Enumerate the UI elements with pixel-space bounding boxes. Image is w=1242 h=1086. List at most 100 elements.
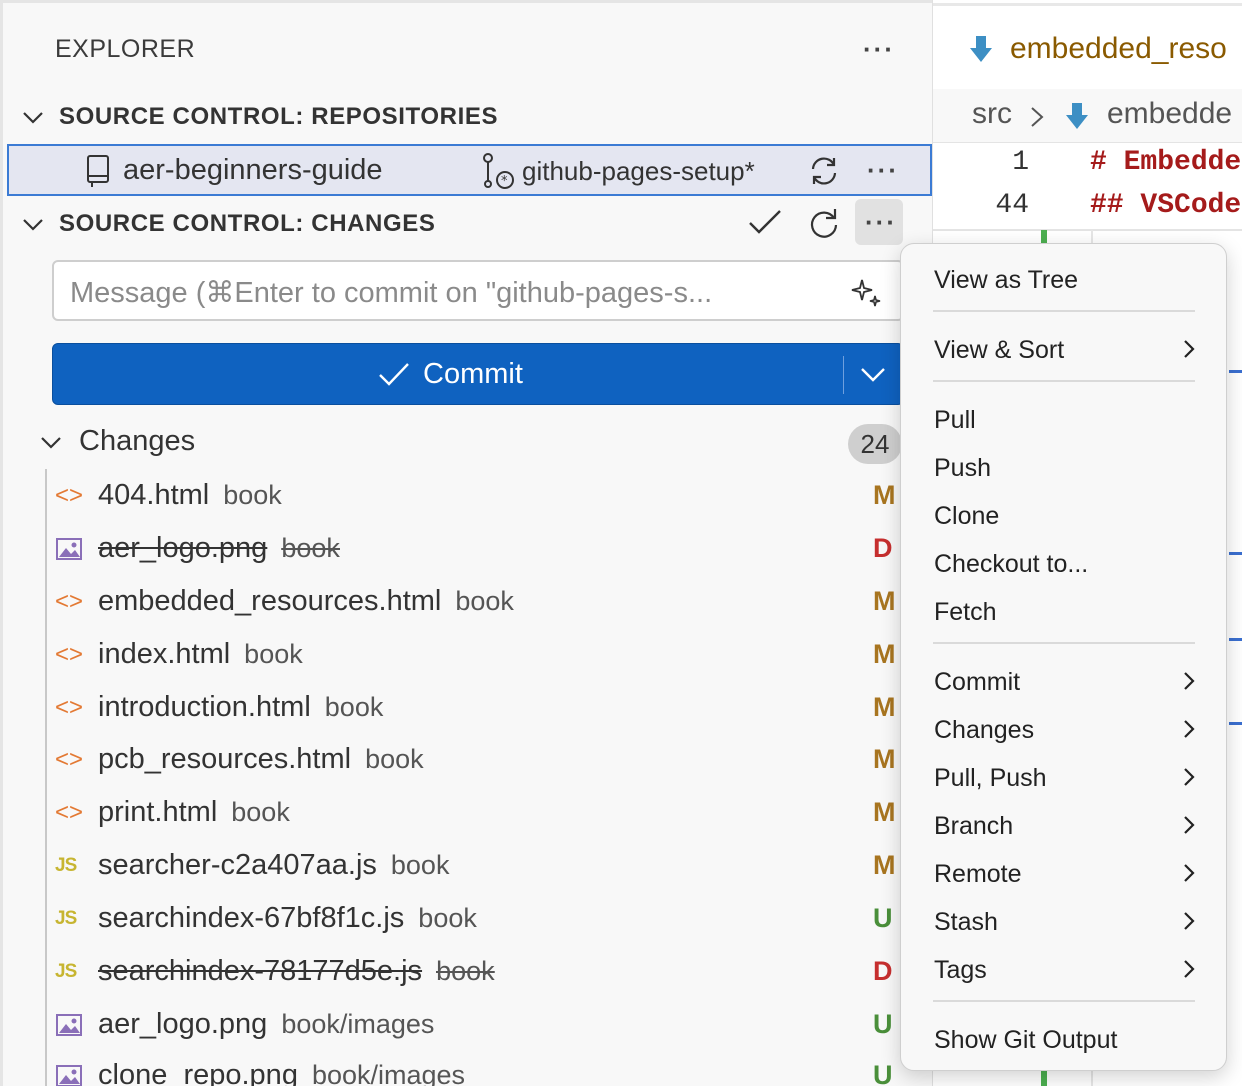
menu-item-stash[interactable]: Stash: [934, 900, 1204, 940]
file-change-row[interactable]: <> pcb_resources.html book M: [47, 734, 907, 786]
js-file-icon: JS: [55, 908, 77, 929]
changes-section-header[interactable]: SOURCE CONTROL: CHANGES: [21, 210, 435, 238]
sparkle-icon[interactable]: [850, 276, 884, 310]
menu-item-checkout-to[interactable]: Checkout to...: [934, 542, 1204, 582]
menu-item-label: View as Tree: [934, 266, 1079, 294]
repository-row[interactable]: aer-beginners-guide * github-pages-setup…: [7, 144, 932, 196]
file-change-row[interactable]: <> print.html book M: [47, 787, 907, 839]
menu-item-fetch[interactable]: Fetch: [934, 590, 1204, 630]
file-change-row[interactable]: <> index.html book M: [47, 629, 907, 681]
chevron-right-icon: [1184, 720, 1195, 738]
chevron-down-icon: [41, 436, 61, 449]
breadcrumb-file[interactable]: embedde: [1107, 97, 1232, 131]
html-file-icon: <>: [55, 799, 84, 826]
file-directory: book/images: [311, 1060, 466, 1086]
repo-branch-name[interactable]: github-pages-setup*: [522, 156, 755, 187]
commit-divider: [843, 356, 844, 394]
file-status-badge: M: [873, 586, 896, 616]
menu-item-show-git-output[interactable]: Show Git Output: [934, 1018, 1204, 1058]
repositories-section-title: SOURCE CONTROL: REPOSITORIES: [59, 103, 499, 130]
menu-item-changes[interactable]: Changes: [934, 708, 1204, 748]
chevron-right-icon: [1184, 864, 1195, 882]
file-name-text: searcher-c2a407aa.js: [98, 849, 377, 881]
menu-item-view-as-tree[interactable]: View as Tree: [934, 258, 1204, 298]
file-status-badge: U: [873, 1060, 893, 1086]
file-change-row[interactable]: clone_repo.png book/images U: [47, 1050, 907, 1086]
file-name: clone_repo.png book/images: [98, 1059, 465, 1086]
file-status-badge: U: [873, 1009, 893, 1039]
html-file-icon: <>: [55, 694, 84, 721]
editor-tab[interactable]: embedded_reso: [933, 3, 1242, 89]
image-file-icon: [56, 1065, 82, 1086]
file-change-row[interactable]: JS searcher-c2a407aa.js book M: [47, 840, 907, 892]
changes-group-header[interactable]: Changes: [39, 425, 195, 458]
file-name-text: aer_logo.png: [98, 1008, 268, 1040]
menu-item-label: Push: [934, 454, 991, 482]
file-name: pcb_resources.html book: [98, 743, 424, 776]
file-name-text: 404.html: [98, 479, 210, 511]
file-status-badge: M: [873, 692, 896, 722]
menu-separator: [933, 642, 1195, 644]
file-name: index.html book: [98, 638, 303, 671]
file-change-row[interactable]: JS searchindex-78177d5e.js book D: [47, 946, 907, 998]
file-change-row[interactable]: <> introduction.html book M: [47, 682, 907, 734]
menu-separator: [933, 380, 1195, 382]
line-number: 44: [995, 190, 1029, 221]
js-file-icon: JS: [55, 961, 77, 982]
menu-item-view-sort[interactable]: View & Sort: [934, 328, 1204, 368]
code-line[interactable]: 1 # Embedde: [933, 143, 1242, 185]
menu-item-label: View & Sort: [934, 336, 1065, 364]
menu-item-pull[interactable]: Pull: [934, 398, 1204, 438]
repo-more-actions-icon[interactable]: ···: [867, 157, 899, 183]
more-actions-icon: ···: [865, 207, 897, 237]
file-change-row[interactable]: <> embedded_resources.html book M: [47, 576, 907, 628]
file-change-row[interactable]: aer_logo.png book D: [47, 523, 907, 575]
markdown-file-icon: [1066, 103, 1088, 129]
repo-icon: [87, 155, 109, 187]
html-file-icon: <>: [55, 746, 84, 773]
chevron-down-icon: [23, 112, 43, 124]
chevron-down-icon[interactable]: [859, 362, 887, 386]
menu-item-label: Pull: [934, 406, 976, 434]
menu-item-push[interactable]: Push: [934, 446, 1204, 486]
file-name: introduction.html book: [98, 691, 383, 724]
code-line[interactable]: 44 ## VSCode: [933, 186, 1242, 228]
explorer-more-actions-icon[interactable]: ···: [863, 36, 895, 62]
image-file-icon: [56, 538, 82, 560]
repositories-section-header[interactable]: SOURCE CONTROL: REPOSITORIES: [21, 103, 498, 131]
menu-item-remote[interactable]: Remote: [934, 852, 1204, 892]
file-change-row[interactable]: <> 404.html book M: [47, 470, 907, 522]
file-name: searcher-c2a407aa.js book: [98, 849, 449, 882]
commit-message-input[interactable]: Message (⌘Enter to commit on "github-pag…: [52, 260, 904, 321]
file-change-row[interactable]: aer_logo.png book/images U: [47, 999, 907, 1051]
changes-more-actions-button[interactable]: ···: [855, 199, 903, 245]
menu-item-branch[interactable]: Branch: [934, 804, 1204, 844]
menu-item-commit[interactable]: Commit: [934, 660, 1204, 700]
chevron-right-icon: [1184, 672, 1195, 690]
menu-item-pull-push[interactable]: Pull, Push: [934, 756, 1204, 796]
file-directory: book: [324, 692, 384, 722]
file-name: aer_logo.png book: [98, 532, 340, 565]
file-name-text: searchindex-67bf8f1c.js: [98, 902, 405, 934]
commit-button[interactable]: Commit: [52, 343, 904, 405]
file-status-badge: U: [873, 903, 893, 933]
file-directory: book: [390, 850, 450, 880]
file-name-text: index.html: [98, 638, 231, 670]
file-name: 404.html book: [98, 479, 282, 512]
chevron-right-icon: [1184, 816, 1195, 834]
sync-icon[interactable]: [807, 154, 841, 188]
commit-check-icon[interactable]: [747, 207, 783, 239]
menu-item-tags[interactable]: Tags: [934, 948, 1204, 988]
file-directory: book: [418, 903, 477, 933]
refresh-icon[interactable]: [805, 205, 841, 241]
sticky-scroll-divider: [933, 229, 1242, 231]
breadcrumb-folder[interactable]: src: [972, 97, 1012, 131]
menu-item-clone[interactable]: Clone: [934, 494, 1204, 534]
code-text: ## VSCode: [1090, 190, 1242, 221]
minimap-mark: [1229, 552, 1242, 555]
commit-label: Commit: [423, 358, 523, 390]
file-change-row[interactable]: JS searchindex-67bf8f1c.js book U: [47, 893, 907, 945]
file-status-badge: M: [873, 797, 896, 827]
source-control-sidebar: EXPLORER ··· SOURCE CONTROL: REPOSITORIE…: [0, 0, 932, 1086]
file-status-badge: M: [873, 744, 896, 774]
